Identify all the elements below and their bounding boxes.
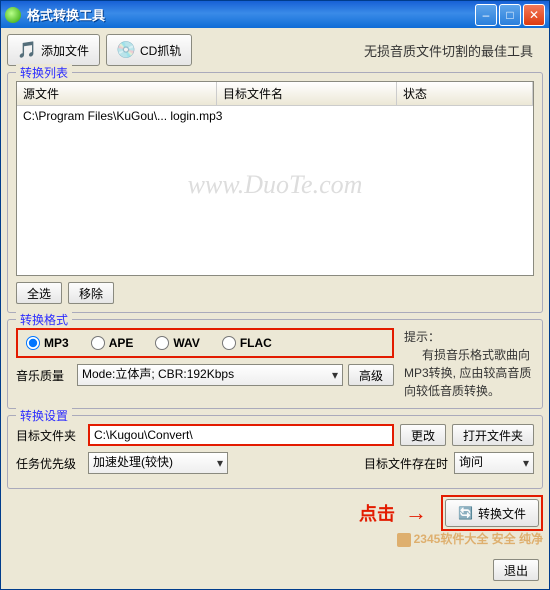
convert-button[interactable]: 🔄 转换文件 xyxy=(445,499,539,527)
hint-title: 提示： xyxy=(404,328,534,346)
radio-ape-input[interactable] xyxy=(91,336,105,350)
add-file-button[interactable]: 🎵 添加文件 xyxy=(7,34,100,66)
quality-select[interactable]: Mode:立体声; CBR:192Kbps xyxy=(77,364,343,386)
titlebar: 格式转换工具 – □ ✕ xyxy=(0,0,550,28)
priority-select[interactable]: 加速处理(较快) xyxy=(88,452,228,474)
convert-list-fieldset: 转换列表 源文件 目标文件名 状态 C:\Program Files\KuGou… xyxy=(7,72,543,313)
cell-target xyxy=(217,106,397,126)
music-plus-icon: 🎵 xyxy=(18,41,36,59)
list-actions: 全选 移除 xyxy=(16,282,534,304)
priority-label: 任务优先级 xyxy=(16,455,82,472)
exists-select[interactable]: 询问 xyxy=(454,452,534,474)
quality-row: 音乐质量 Mode:立体声; CBR:192Kbps 高级 xyxy=(16,364,394,386)
col-status[interactable]: 状态 xyxy=(397,82,533,105)
format-fieldset: 转换格式 MP3 APE WAV FLAC 音乐质量 Mode:立体声; CBR… xyxy=(7,319,543,409)
col-source[interactable]: 源文件 xyxy=(17,82,217,105)
select-all-button[interactable]: 全选 xyxy=(16,282,62,304)
radio-flac[interactable]: FLAC xyxy=(222,336,272,350)
target-folder-row: 目标文件夹 更改 打开文件夹 xyxy=(16,424,534,446)
window-buttons: – □ ✕ xyxy=(475,4,545,26)
quality-label: 音乐质量 xyxy=(16,367,72,384)
exists-label: 目标文件存在时 xyxy=(364,455,448,472)
radio-flac-input[interactable] xyxy=(222,336,236,350)
format-hint: 提示： 有损音乐格式歌曲向MP3转换, 应由较高音质向较低音质转换。 xyxy=(404,328,534,400)
file-list[interactable]: 源文件 目标文件名 状态 C:\Program Files\KuGou\... … xyxy=(16,81,534,276)
convert-list-legend: 转换列表 xyxy=(16,64,72,81)
toolbar: 🎵 添加文件 💿 CD抓轨 无损音质文件切割的最佳工具 xyxy=(7,34,543,66)
minimize-button[interactable]: – xyxy=(475,4,497,26)
table-row[interactable]: C:\Program Files\KuGou\... login.mp3 xyxy=(17,106,533,126)
radio-ape[interactable]: APE xyxy=(91,336,134,350)
target-folder-input[interactable] xyxy=(88,424,394,446)
watermark: www.DuoTe.com xyxy=(188,170,363,200)
cd-rip-label: CD抓轨 xyxy=(140,42,181,59)
corner-watermark: 2345软件大全 安全 纯净 xyxy=(397,530,543,547)
advanced-button[interactable]: 高级 xyxy=(348,364,394,386)
remove-button[interactable]: 移除 xyxy=(68,282,114,304)
open-folder-button[interactable]: 打开文件夹 xyxy=(452,424,534,446)
arrow-icon: → xyxy=(405,500,427,526)
list-header: 源文件 目标文件名 状态 xyxy=(17,82,533,106)
radio-mp3[interactable]: MP3 xyxy=(26,336,69,350)
radio-wav[interactable]: WAV xyxy=(155,336,199,350)
priority-row: 任务优先级 加速处理(较快) 目标文件存在时 询问 xyxy=(16,452,534,474)
settings-legend: 转换设置 xyxy=(16,407,72,424)
close-button[interactable]: ✕ xyxy=(523,4,545,26)
cd-icon: 💿 xyxy=(117,41,135,59)
client-area: 🎵 添加文件 💿 CD抓轨 无损音质文件切割的最佳工具 转换列表 源文件 目标文… xyxy=(0,28,550,590)
format-legend: 转换格式 xyxy=(16,311,72,328)
settings-fieldset: 转换设置 目标文件夹 更改 打开文件夹 任务优先级 加速处理(较快) 目标文件存… xyxy=(7,415,543,489)
col-target[interactable]: 目标文件名 xyxy=(217,82,397,105)
add-file-label: 添加文件 xyxy=(41,42,89,59)
app-icon xyxy=(5,7,21,23)
tagline-text: 无损音质文件切割的最佳工具 xyxy=(364,41,543,60)
radio-mp3-input[interactable] xyxy=(26,336,40,350)
exit-button[interactable]: 退出 xyxy=(493,559,539,581)
refresh-icon: 🔄 xyxy=(458,506,473,520)
window-title: 格式转换工具 xyxy=(27,5,475,24)
convert-highlight: 🔄 转换文件 xyxy=(441,495,543,531)
target-folder-label: 目标文件夹 xyxy=(16,427,82,444)
cd-rip-button[interactable]: 💿 CD抓轨 xyxy=(106,34,192,66)
cell-status xyxy=(397,106,533,126)
format-options: MP3 APE WAV FLAC xyxy=(16,328,394,358)
click-hint: 点击 xyxy=(359,500,395,526)
change-button[interactable]: 更改 xyxy=(400,424,446,446)
cell-source: C:\Program Files\KuGou\... login.mp3 xyxy=(17,106,217,126)
hint-body: 有损音乐格式歌曲向MP3转换, 应由较高音质向较低音质转换。 xyxy=(404,346,534,400)
radio-wav-input[interactable] xyxy=(155,336,169,350)
maximize-button[interactable]: □ xyxy=(499,4,521,26)
footer: 点击 → 🔄 转换文件 xyxy=(7,495,543,531)
